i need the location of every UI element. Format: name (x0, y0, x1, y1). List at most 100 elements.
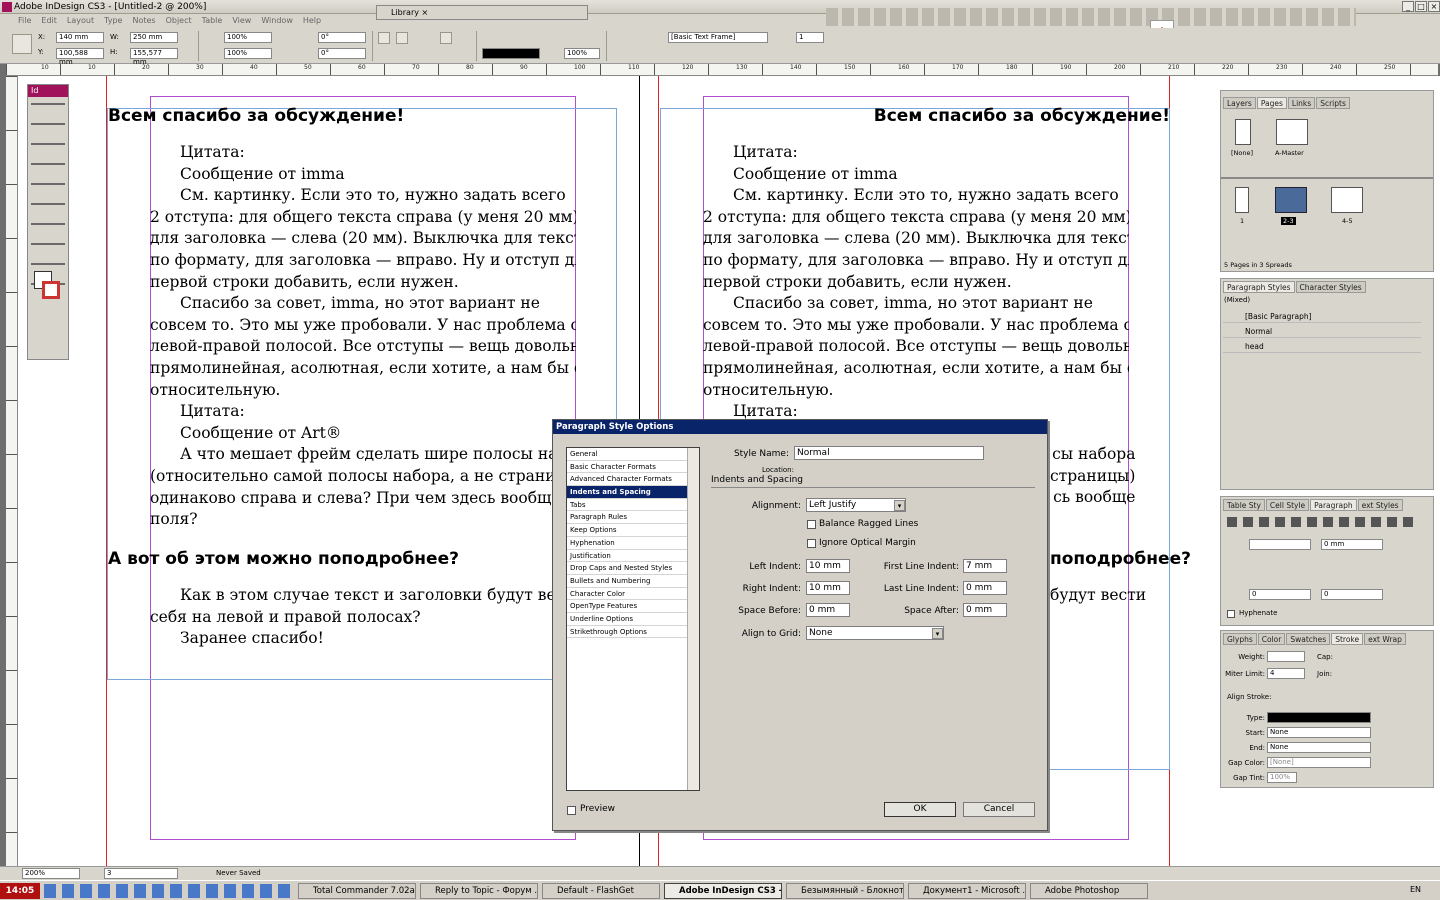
tab-paragraph-styles[interactable]: Paragraph Styles (1223, 281, 1295, 293)
zoom-field[interactable]: 200% (22, 868, 80, 879)
drop-cap-lines-input[interactable]: 0 (1249, 589, 1311, 600)
select-container-icon[interactable] (440, 32, 452, 44)
preview-checkbox[interactable] (567, 806, 576, 815)
style-normal[interactable]: Normal (1223, 325, 1421, 338)
gap-tint-field[interactable]: 100% (1267, 772, 1297, 783)
category-advanced-char[interactable]: Advanced Character Formats (567, 473, 699, 487)
space-after-field[interactable]: 0 mm (963, 603, 1007, 617)
tab-color[interactable]: Color (1257, 633, 1286, 645)
category-justification[interactable]: Justification (567, 550, 699, 563)
object-style-field[interactable]: [Basic Text Frame] (668, 32, 768, 43)
ok-button[interactable]: OK (884, 802, 956, 817)
minimize-button[interactable]: _ (1402, 1, 1414, 12)
tab-character-styles[interactable]: Character Styles (1295, 281, 1366, 293)
gap-color-select[interactable]: [None] (1267, 757, 1371, 768)
flip-icon[interactable] (396, 32, 408, 44)
category-list[interactable]: General Basic Character Formats Advanced… (566, 447, 700, 791)
maximize-button[interactable]: □ (1415, 1, 1427, 12)
horizontal-ruler[interactable]: 10 10 20 30 40 50 60 70 80 90 100 110 12… (6, 64, 1438, 76)
menu-notes[interactable]: Notes (132, 16, 155, 25)
tab-layers[interactable]: Layers (1223, 97, 1256, 109)
type-select[interactable] (1267, 712, 1371, 723)
space-before-field[interactable]: 0 mm (806, 603, 850, 617)
left-indent-field[interactable]: 10 mm (806, 559, 850, 573)
task-total-commander[interactable]: Total Commander 7.02a ... (298, 883, 416, 899)
last-line-field[interactable]: 0 mm (963, 581, 1007, 595)
task-notepad[interactable]: Безымянный - Блокнот (786, 883, 904, 899)
end-select[interactable]: None (1267, 742, 1371, 753)
ignore-margin-checkbox[interactable] (807, 539, 816, 548)
category-indents-spacing[interactable]: Indents and Spacing (567, 486, 699, 499)
category-strikethrough[interactable]: Strikethrough Options (567, 626, 699, 639)
chevron-down-icon[interactable]: ▾ (932, 628, 943, 639)
left-indent-input[interactable] (1249, 539, 1311, 550)
style-basic-paragraph[interactable]: [Basic Paragraph] (1223, 310, 1421, 323)
drop-cap-chars-input[interactable]: 0 (1321, 589, 1383, 600)
tab-cell-styles[interactable]: Cell Style (1265, 499, 1310, 511)
spread-2-3-thumb[interactable] (1275, 187, 1307, 213)
tab-scripts[interactable]: Scripts (1316, 97, 1350, 109)
quick-launch-icons[interactable] (44, 884, 294, 898)
right-indent-field[interactable]: 10 mm (806, 581, 850, 595)
align-grid-select[interactable]: None (806, 626, 944, 640)
tab-pages[interactable]: Pages (1256, 97, 1287, 109)
task-photoshop[interactable]: Adobe Photoshop (1030, 883, 1148, 899)
library-panel-tab[interactable]: Library × (376, 5, 588, 20)
style-head[interactable]: head (1223, 340, 1421, 353)
tab-paragraph[interactable]: Paragraph (1310, 499, 1357, 511)
x-field[interactable]: 140 mm (56, 32, 104, 43)
menu-edit[interactable]: Edit (41, 16, 57, 25)
start-select[interactable]: None (1267, 727, 1371, 738)
menu-table[interactable]: Table (202, 16, 223, 25)
tab-links[interactable]: Links (1287, 97, 1316, 109)
page-1-thumb[interactable] (1235, 187, 1249, 213)
tab-table-styles[interactable]: Table Sty (1223, 499, 1265, 511)
master-none-thumb[interactable] (1235, 119, 1251, 145)
category-general[interactable]: General (567, 448, 699, 461)
task-word[interactable]: Документ1 - Microsoft ... (908, 883, 1026, 899)
menu-window[interactable]: Window (261, 16, 293, 25)
first-line-field[interactable]: 7 mm (963, 559, 1007, 573)
category-bullets[interactable]: Bullets and Numbering (567, 575, 699, 588)
category-drop-caps[interactable]: Drop Caps and Nested Styles (567, 562, 699, 575)
tool-icons[interactable] (31, 103, 65, 291)
scale-x-field[interactable]: 100% (224, 32, 272, 43)
category-hyphenation[interactable]: Hyphenation (567, 537, 699, 550)
cancel-button[interactable]: Cancel (963, 802, 1035, 817)
style-name-field[interactable]: Normal (794, 446, 984, 460)
menu-view[interactable]: View (232, 16, 251, 25)
hyphenate-checkbox[interactable] (1227, 610, 1235, 618)
rotate-icon[interactable] (378, 32, 390, 44)
master-a-thumb[interactable] (1276, 119, 1308, 145)
task-flashget[interactable]: Default - FlashGet (542, 883, 660, 899)
category-underline[interactable]: Underline Options (567, 613, 699, 626)
category-tabs[interactable]: Tabs (567, 499, 699, 512)
h-field[interactable]: 155,577 mm (130, 48, 178, 66)
tab-text-styles[interactable]: ext Styles (1357, 499, 1403, 511)
miter-field[interactable]: 4 (1267, 668, 1305, 679)
tab-swatches[interactable]: Swatches (1286, 633, 1331, 645)
alignment-select[interactable]: Left Justify (806, 498, 906, 512)
balance-checkbox[interactable] (807, 520, 816, 529)
vertical-ruler[interactable] (6, 76, 18, 866)
weight-field[interactable] (1267, 651, 1305, 662)
menu-object[interactable]: Object (166, 16, 192, 25)
reference-point-icon[interactable] (12, 34, 32, 54)
category-opentype[interactable]: OpenType Features (567, 600, 699, 613)
stroke-swatch[interactable] (42, 281, 60, 299)
close-button[interactable]: × (1428, 1, 1440, 12)
w-field[interactable]: 250 mm (130, 32, 178, 43)
category-scrollbar[interactable] (687, 448, 699, 790)
right-indent-input[interactable]: 0 mm (1321, 539, 1383, 550)
category-keep-options[interactable]: Keep Options (567, 524, 699, 537)
category-char-color[interactable]: Character Color (567, 588, 699, 601)
angle-field[interactable]: 0° (318, 32, 366, 43)
chevron-down-icon[interactable]: ▾ (894, 500, 905, 511)
menu-help[interactable]: Help (303, 16, 321, 25)
tab-stroke[interactable]: Stroke (1331, 633, 1364, 645)
scale-y-field[interactable]: 100% (224, 48, 272, 59)
category-paragraph-rules[interactable]: Paragraph Rules (567, 511, 699, 525)
category-basic-char[interactable]: Basic Character Formats (567, 461, 699, 474)
alignment-buttons[interactable] (1227, 517, 1417, 527)
menu-type[interactable]: Type (104, 16, 122, 25)
